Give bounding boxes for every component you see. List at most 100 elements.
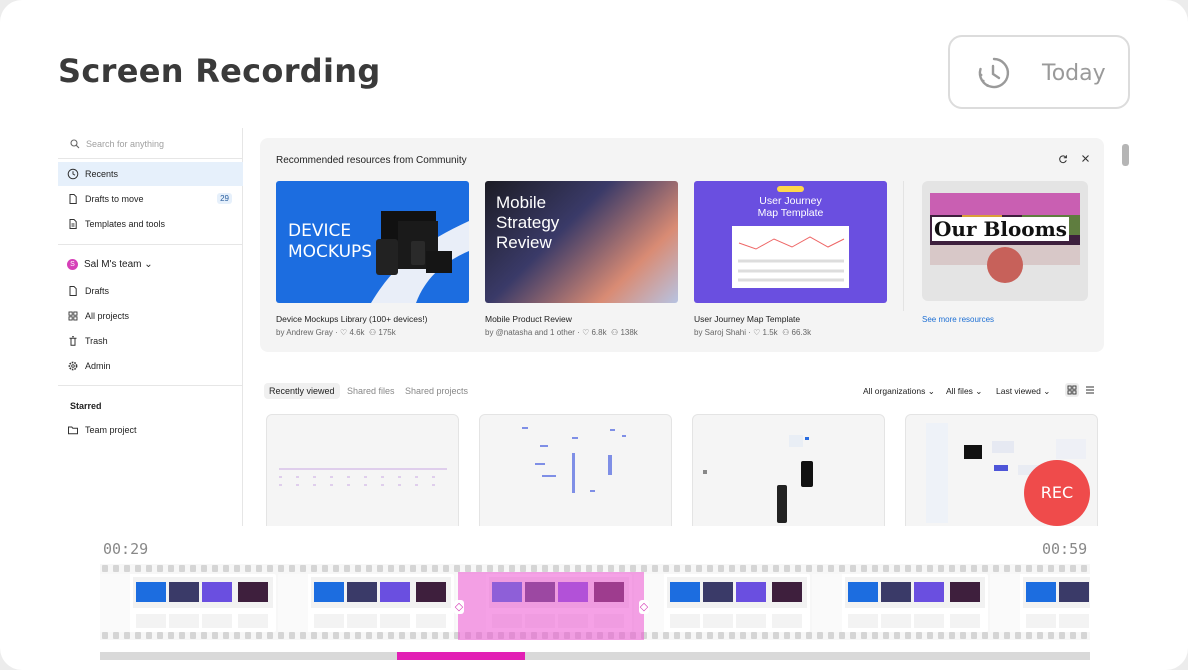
sidebar-item-label: Recents	[85, 169, 119, 179]
resource-thumbnail-journey-map[interactable]: User Journey Map Template	[694, 181, 887, 303]
timeline-scroll-thumb[interactable]	[397, 652, 525, 660]
start-time: 00:29	[103, 540, 149, 558]
sidebar-item-label: Trash	[85, 336, 108, 346]
clock-icon	[67, 168, 79, 180]
file-icon	[69, 194, 77, 204]
timeline-frame	[990, 574, 1090, 632]
resource-thumbnail-device-mockups[interactable]: DEVICE MOCKUPS	[276, 181, 469, 303]
journey-map-illustration	[732, 186, 849, 288]
count-badge: 29	[217, 193, 232, 204]
resource-thumbnail-our-blooms[interactable]: Our Blooms	[922, 181, 1088, 301]
see-more-resources-link[interactable]: See more resources	[922, 315, 994, 324]
divider	[58, 244, 243, 245]
divider	[903, 181, 904, 311]
search-input[interactable]: Search for anything	[58, 134, 238, 156]
divider	[58, 385, 243, 386]
close-icon[interactable]	[1081, 154, 1090, 163]
team-name: Sal M's team ⌄	[84, 259, 153, 271]
files-filter[interactable]: All files ⌄	[946, 386, 982, 397]
search-icon	[70, 139, 80, 149]
page-title: Screen Recording	[58, 52, 381, 90]
today-button[interactable]: Today	[948, 35, 1130, 109]
file-icon	[69, 286, 77, 296]
history-clock-icon	[978, 57, 1010, 89]
timeline-frame	[812, 574, 988, 632]
sidebar-item-drafts[interactable]: Drafts	[58, 279, 243, 303]
list-view-icon[interactable]	[1083, 383, 1097, 397]
record-button[interactable]: REC	[1024, 460, 1090, 526]
screen-recording-card: Screen Recording Today Search for anythi…	[0, 0, 1188, 670]
sidebar-item-admin[interactable]: Admin	[58, 354, 243, 378]
file-preview	[522, 427, 626, 493]
organizations-filter[interactable]: All organizations ⌄	[863, 386, 935, 397]
sidebar-item-drafts-to-move[interactable]: Drafts to move 29	[58, 187, 243, 211]
app-sidebar: Search for anything Recents Drafts to mo…	[58, 128, 243, 526]
tab-shared-projects[interactable]: Shared projects	[400, 383, 473, 399]
starred-heading: Starred	[70, 401, 102, 411]
sidebar-item-label: Templates and tools	[85, 219, 166, 229]
resource-meta: by @natasha and 1 other · ♡ 6.8k ⚇ 138k	[485, 328, 638, 337]
resource-meta: by Saroj Shahi · ♡ 1.5k ⚇ 66.3k	[694, 328, 812, 337]
likes-count: 1.5k	[762, 328, 778, 337]
likes-count: 4.6k	[349, 328, 365, 337]
recorded-app-screenshot: Search for anything Recents Drafts to mo…	[58, 128, 1130, 526]
thumbnail-text: Mobile Strategy Review	[496, 193, 560, 252]
search-placeholder: Search for anything	[86, 139, 165, 149]
file-preview	[279, 468, 447, 486]
sidebar-item-label: Admin	[85, 361, 111, 371]
resource-name[interactable]: Mobile Product Review	[485, 314, 572, 324]
app-main: Recommended resources from Community DEV…	[243, 128, 1130, 526]
trash-icon	[69, 336, 77, 346]
templates-icon	[69, 219, 77, 229]
file-preview	[703, 435, 813, 523]
users-count: 138k	[620, 328, 638, 337]
sort-filter[interactable]: Last viewed ⌄	[996, 386, 1050, 397]
team-avatar: S	[67, 259, 78, 270]
sidebar-item-label: All projects	[85, 311, 130, 321]
sidebar-item-label: Drafts to move	[85, 194, 144, 204]
today-label: Today	[1042, 61, 1106, 86]
folder-icon	[68, 426, 78, 435]
device-mockups-illustration	[371, 211, 469, 303]
divider	[58, 158, 243, 159]
grid-view-icon[interactable]	[1065, 383, 1079, 397]
selection-start-handle[interactable]: ◇	[454, 600, 464, 614]
file-card[interactable]	[266, 414, 459, 526]
resource-thumbnail-mobile-review[interactable]: Mobile Strategy Review	[485, 181, 678, 303]
file-card[interactable]	[692, 414, 885, 526]
timeline-frame	[634, 574, 810, 632]
gear-icon	[68, 361, 78, 371]
timeline-frame	[278, 574, 454, 632]
our-blooms-illustration	[930, 193, 1080, 283]
users-count: 175k	[378, 328, 396, 337]
community-panel: Recommended resources from Community DEV…	[260, 138, 1104, 352]
tab-recently-viewed[interactable]: Recently viewed	[264, 383, 340, 399]
sidebar-item-templates[interactable]: Templates and tools	[58, 212, 243, 236]
file-card[interactable]	[479, 414, 672, 526]
timeline-frame	[100, 574, 276, 632]
tab-shared-files[interactable]: Shared files	[342, 383, 400, 399]
resource-author: by Saroj Shahi	[694, 328, 747, 337]
resource-author: by Andrew Gray	[276, 328, 333, 337]
sidebar-item-label: Team project	[85, 425, 137, 435]
team-switcher[interactable]: S Sal M's team ⌄	[67, 259, 153, 270]
timeline-selection[interactable]	[458, 572, 644, 640]
selection-end-handle[interactable]: ◇	[639, 600, 649, 614]
sidebar-item-recents[interactable]: Recents	[58, 162, 243, 186]
likes-count: 6.8k	[591, 328, 607, 337]
scrollbar-thumb[interactable]	[1122, 144, 1129, 166]
grid-icon	[68, 311, 78, 321]
resource-meta: by Andrew Gray · ♡ 4.6k ⚇ 175k	[276, 328, 396, 337]
sidebar-item-all-projects[interactable]: All projects	[58, 304, 243, 328]
sidebar-item-trash[interactable]: Trash	[58, 329, 243, 353]
timeline-scroll-track[interactable]	[100, 652, 1090, 660]
resource-name[interactable]: Device Mockups Library (100+ devices!)	[276, 314, 427, 324]
refresh-icon[interactable]	[1058, 154, 1068, 164]
thumbnail-text: Our Blooms	[932, 217, 1070, 241]
community-title: Recommended resources from Community	[276, 155, 467, 166]
end-time: 00:59	[1042, 540, 1088, 558]
resource-author: by @natasha and 1 other	[485, 328, 575, 337]
sidebar-item-team-project[interactable]: Team project	[58, 418, 243, 442]
sidebar-item-label: Drafts	[85, 286, 110, 296]
resource-name[interactable]: User Journey Map Template	[694, 314, 800, 324]
